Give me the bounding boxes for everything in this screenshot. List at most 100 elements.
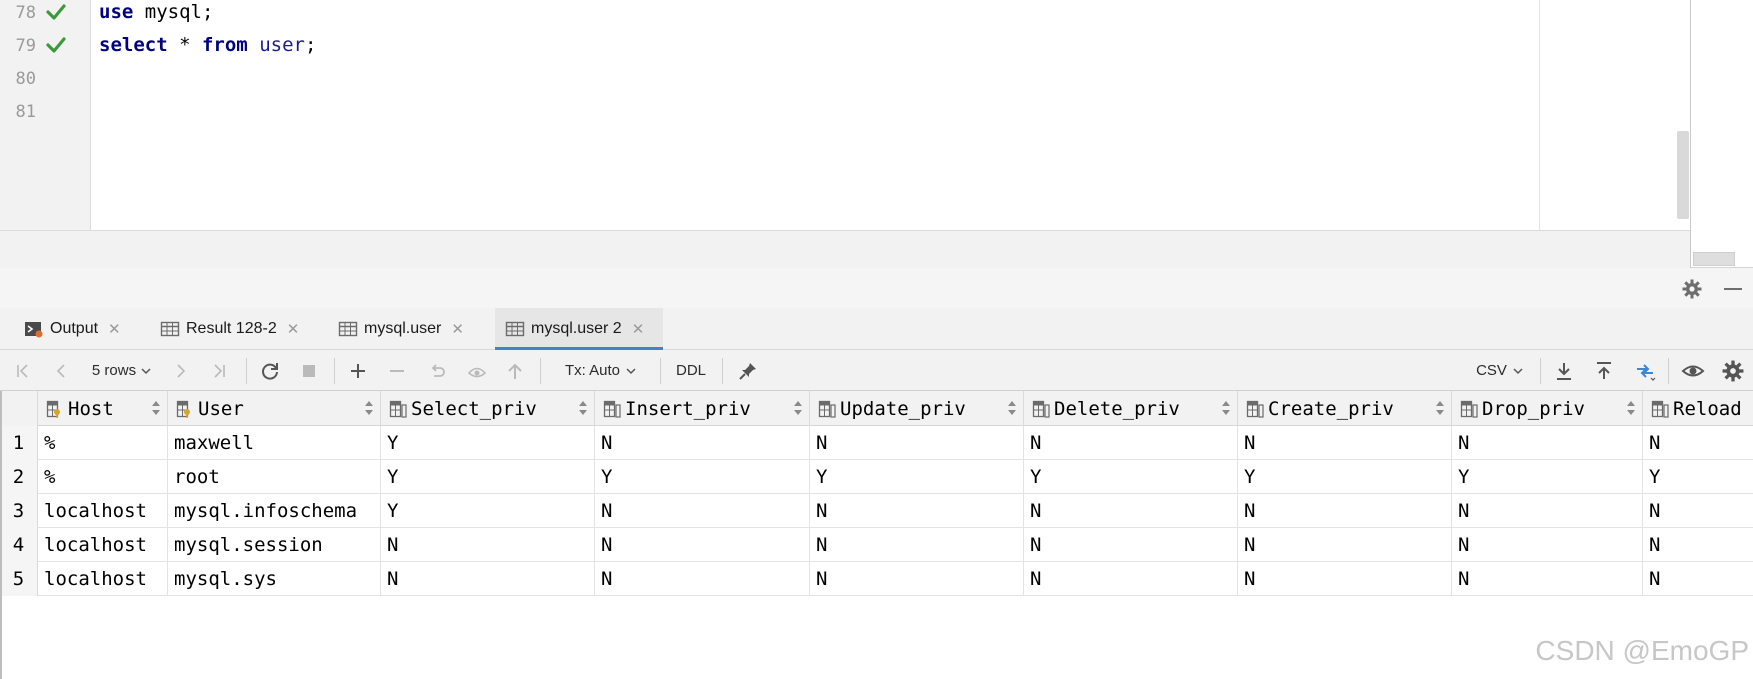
- table-cell[interactable]: Y: [381, 426, 595, 460]
- grid-settings-button[interactable]: [1718, 350, 1748, 391]
- table-cell[interactable]: N: [1024, 528, 1238, 562]
- table-cell[interactable]: localhost: [38, 528, 168, 562]
- table-cell[interactable]: N: [1024, 494, 1238, 528]
- table-cell[interactable]: N: [1238, 528, 1452, 562]
- rows-count-dropdown[interactable]: 5 rows: [84, 350, 160, 391]
- previous-page-button[interactable]: [48, 350, 74, 391]
- table-cell[interactable]: N: [810, 528, 1024, 562]
- table-cell[interactable]: N: [1024, 426, 1238, 460]
- export-format-dropdown[interactable]: CSV: [1470, 350, 1530, 391]
- last-page-button[interactable]: [206, 350, 232, 391]
- sql-editor[interactable]: 78 use mysql; 79 select * from user; 80 …: [0, 0, 1753, 268]
- table-cell[interactable]: Y: [595, 460, 810, 494]
- close-icon[interactable]: ✕: [451, 320, 464, 338]
- delete-row-button[interactable]: [384, 350, 410, 391]
- table-cell[interactable]: mysql.infoschema: [168, 494, 381, 528]
- table-row[interactable]: 1% maxwell Y N N N N N N: [0, 426, 1753, 460]
- add-row-button[interactable]: [344, 350, 372, 391]
- table-cell[interactable]: N: [810, 494, 1024, 528]
- pin-tab-button[interactable]: [734, 350, 762, 391]
- preview-pending-button[interactable]: [464, 350, 490, 391]
- table-row[interactable]: 3 localhost mysql.infoschema Y N N N N N N: [0, 494, 1753, 528]
- table-cell[interactable]: N: [381, 562, 595, 596]
- table-cell[interactable]: N: [595, 528, 810, 562]
- first-page-button[interactable]: [10, 350, 36, 391]
- tab-mysql-user[interactable]: mysql.user ✕: [328, 308, 474, 350]
- table-cell[interactable]: mysql.sys: [168, 562, 381, 596]
- table-cell[interactable]: N: [1643, 494, 1753, 528]
- gear-icon[interactable]: [1682, 279, 1702, 299]
- table-cell[interactable]: N: [1643, 528, 1753, 562]
- table-cell[interactable]: N: [1238, 494, 1452, 528]
- table-cell[interactable]: root: [168, 460, 381, 494]
- column-header-reload[interactable]: Reload: [1643, 391, 1753, 426]
- stop-button[interactable]: [296, 350, 322, 391]
- sort-icon[interactable]: [793, 399, 803, 417]
- table-cell[interactable]: Y: [1643, 460, 1753, 494]
- code-line[interactable]: select * from user;: [99, 34, 316, 56]
- table-cell[interactable]: Y: [1024, 460, 1238, 494]
- sort-icon[interactable]: [151, 399, 161, 417]
- row-number[interactable]: 3: [0, 494, 38, 528]
- sort-icon[interactable]: [578, 399, 588, 417]
- close-icon[interactable]: ✕: [287, 320, 300, 338]
- tab-mysql-user-2[interactable]: mysql.user 2 ✕: [495, 308, 663, 350]
- transaction-mode-dropdown[interactable]: Tx: Auto: [556, 350, 646, 391]
- next-page-button[interactable]: [168, 350, 194, 391]
- column-header-update-priv[interactable]: Update_priv: [810, 391, 1024, 426]
- vertical-scrollbar-thumb[interactable]: [1677, 131, 1689, 219]
- table-row[interactable]: 5 localhost mysql.sys N N N N N N N: [0, 562, 1753, 596]
- table-cell[interactable]: maxwell: [168, 426, 381, 460]
- table-cell[interactable]: Y: [381, 460, 595, 494]
- row-number[interactable]: 4: [0, 528, 38, 562]
- table-cell[interactable]: Y: [1238, 460, 1452, 494]
- export-data-button[interactable]: [1550, 350, 1578, 391]
- table-cell[interactable]: N: [381, 528, 595, 562]
- table-cell[interactable]: N: [595, 494, 810, 528]
- table-row[interactable]: 2% root Y Y Y Y Y Y Y: [0, 460, 1753, 494]
- table-cell[interactable]: mysql.session: [168, 528, 381, 562]
- ddl-button[interactable]: DDL: [668, 350, 714, 391]
- close-icon[interactable]: ✕: [632, 320, 645, 338]
- refresh-button[interactable]: [256, 350, 284, 391]
- table-cell[interactable]: N: [595, 426, 810, 460]
- submit-button[interactable]: [502, 350, 528, 391]
- table-cell[interactable]: Y: [381, 494, 595, 528]
- table-cell[interactable]: N: [1238, 426, 1452, 460]
- table-cell[interactable]: N: [1238, 562, 1452, 596]
- horizontal-scrollbar-thumb[interactable]: [1693, 252, 1735, 266]
- table-cell[interactable]: localhost: [38, 494, 168, 528]
- table-cell[interactable]: Y: [1452, 460, 1643, 494]
- table-row[interactable]: 4 localhost mysql.session N N N N N N N: [0, 528, 1753, 562]
- column-header-host[interactable]: Host: [38, 391, 168, 426]
- table-cell[interactable]: N: [1452, 494, 1643, 528]
- table-cell[interactable]: N: [1452, 562, 1643, 596]
- sort-icon[interactable]: [1221, 399, 1231, 417]
- tab-result-128-2[interactable]: Result 128-2 ✕: [150, 308, 302, 350]
- table-cell[interactable]: N: [810, 426, 1024, 460]
- table-cell[interactable]: localhost: [38, 562, 168, 596]
- row-number[interactable]: 1: [0, 426, 38, 460]
- column-header-create-priv[interactable]: Create_priv: [1238, 391, 1452, 426]
- revert-button[interactable]: [424, 350, 450, 391]
- table-cell[interactable]: N: [810, 562, 1024, 596]
- close-icon[interactable]: ✕: [108, 320, 121, 338]
- table-cell[interactable]: Y: [810, 460, 1024, 494]
- table-cell[interactable]: N: [595, 562, 810, 596]
- code-line[interactable]: use mysql;: [99, 1, 213, 23]
- table-cell[interactable]: N: [1452, 528, 1643, 562]
- row-number[interactable]: 2: [0, 460, 38, 494]
- column-header-select-priv[interactable]: Select_priv: [381, 391, 595, 426]
- table-cell[interactable]: %: [38, 460, 168, 494]
- column-header-delete-priv[interactable]: Delete_priv: [1024, 391, 1238, 426]
- column-header-user[interactable]: User: [168, 391, 381, 426]
- row-number[interactable]: 5: [0, 562, 38, 596]
- table-cell[interactable]: N: [1643, 426, 1753, 460]
- tab-output[interactable]: Output ✕: [14, 308, 138, 350]
- table-cell[interactable]: %: [38, 426, 168, 460]
- sort-icon[interactable]: [1626, 399, 1636, 417]
- sort-icon[interactable]: [364, 399, 374, 417]
- table-cell[interactable]: N: [1452, 426, 1643, 460]
- compare-button[interactable]: [1630, 350, 1660, 391]
- minimize-icon[interactable]: [1721, 279, 1745, 299]
